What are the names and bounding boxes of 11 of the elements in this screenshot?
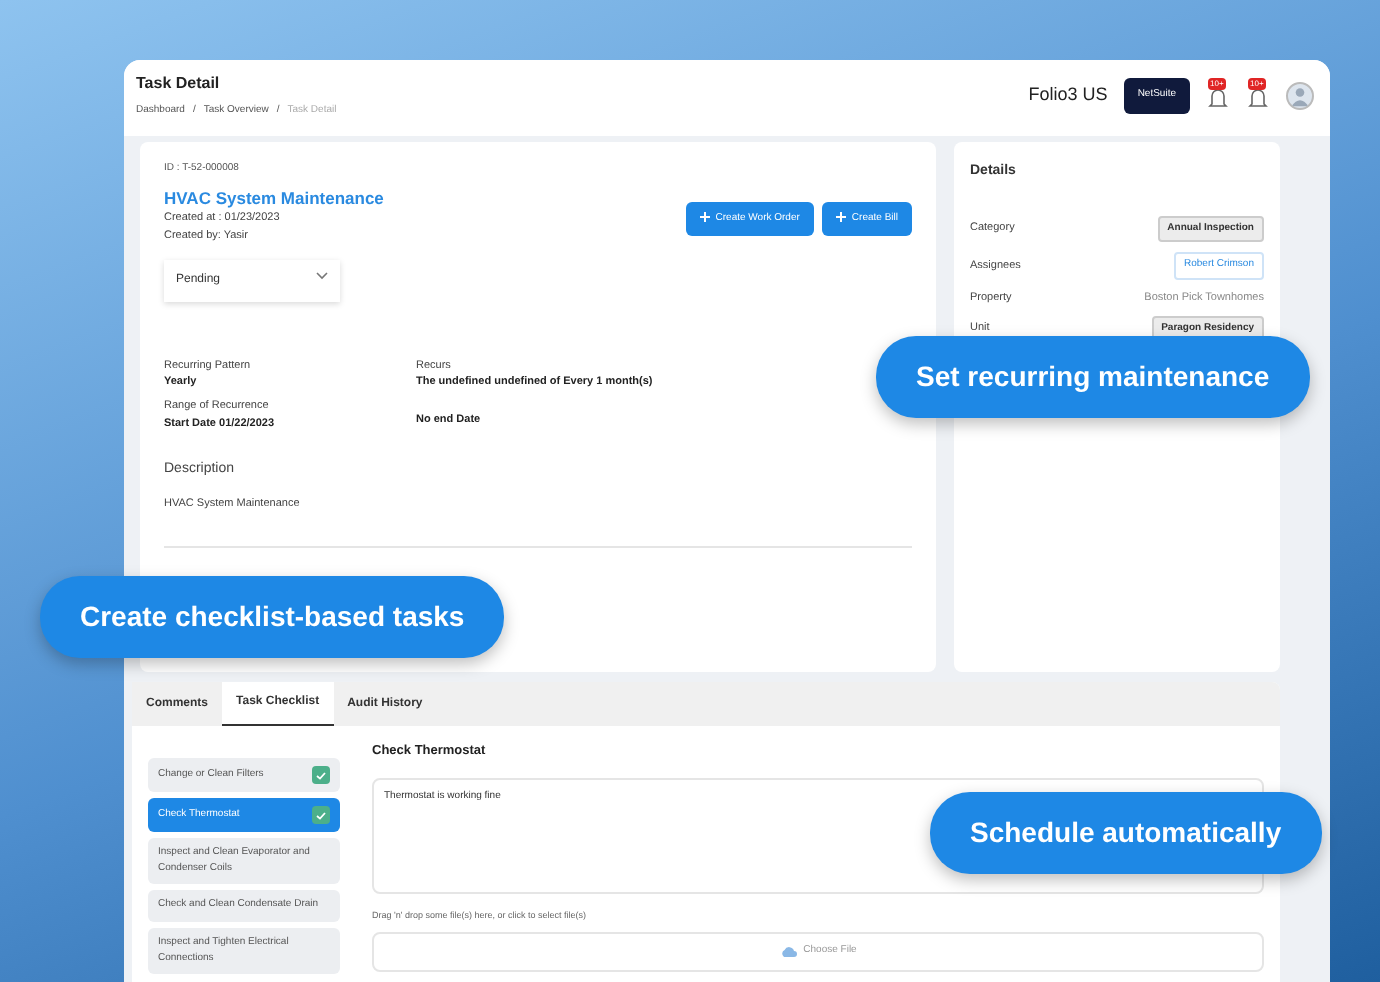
task-title: HVAC System Maintenance <box>164 185 384 211</box>
callout-pill: Create checklist-based tasks <box>40 576 505 658</box>
plus-icon <box>699 211 710 222</box>
page-title: Task Detail <box>136 72 222 96</box>
callout-pill: Schedule automatically <box>930 792 1322 874</box>
cloud-upload-icon <box>779 945 798 957</box>
avatar-icon[interactable] <box>1286 82 1314 110</box>
plus-icon <box>835 211 846 222</box>
callout-pill: Set recurring maintenance <box>876 336 1310 418</box>
company-name: Folio3 US <box>1028 82 1108 109</box>
chevron-icon <box>316 271 328 280</box>
